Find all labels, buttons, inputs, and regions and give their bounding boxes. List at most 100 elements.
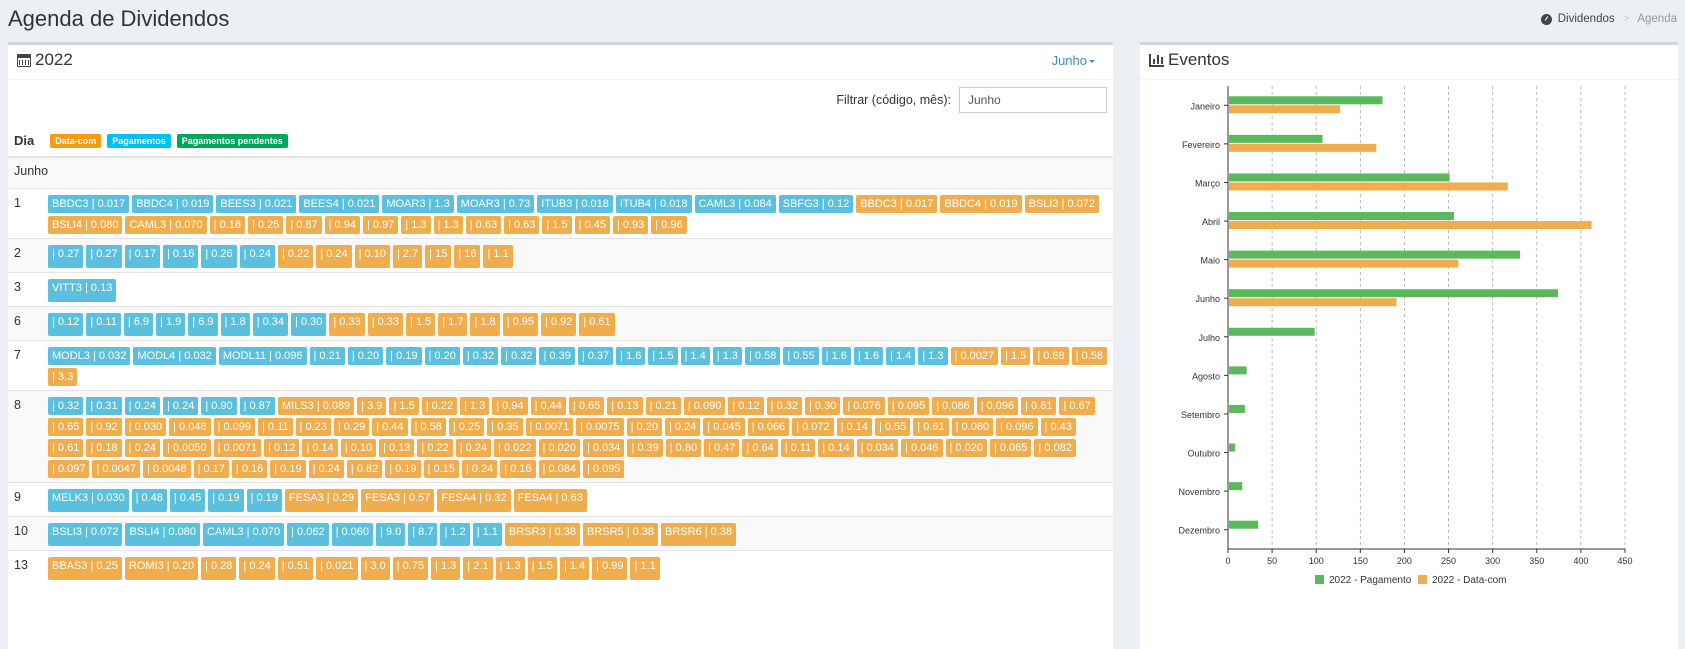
datacom-tag[interactable]: | 0.51 [277,557,314,580]
payment-tag[interactable]: | 0.27 [48,245,84,268]
datacom-tag[interactable]: | 0.92 [541,313,577,336]
datacom-tag[interactable]: | 0.084 [538,460,580,478]
payment-tag[interactable]: | 0.19 [208,489,244,512]
datacom-tag[interactable]: | 0.14 [836,418,872,436]
payment-tag[interactable]: | 0.87 [239,397,275,415]
payment-tag[interactable]: | 0.11 [86,313,121,336]
datacom-tag[interactable]: | 1.5 [1001,347,1031,365]
payment-tag[interactable]: | 0.27 [86,245,122,268]
datacom-tag[interactable]: | 0.090 [683,397,726,415]
payment-tag[interactable]: VITT3 | 0.13 [48,279,117,302]
datacom-tag[interactable]: | 1.3 [495,557,525,580]
datacom-tag[interactable]: | 0.32 [766,397,802,415]
payment-tag[interactable]: | 0.24 [162,397,199,415]
payment-tag[interactable]: | 0.34 [252,313,289,336]
datacom-tag[interactable]: | 0.44 [530,397,566,415]
payment-tag[interactable]: MODL4 | 0.032 [133,347,216,365]
datacom-tag[interactable]: | 0.20 [626,418,662,436]
payment-tag[interactable]: ITUB4 | 0.018 [615,195,692,213]
datacom-tag[interactable]: | 0.0071 [213,439,262,457]
payment-tag[interactable]: CAML3 | 0.070 [202,523,285,546]
datacom-tag[interactable]: | 0.099 [213,418,256,436]
datacom-tag[interactable]: | 0.095 [887,397,930,415]
payment-tag[interactable]: | 0.26 [201,245,237,268]
payment-tag[interactable]: | 0.45 [169,489,206,512]
payment-tag[interactable]: | 0.58 [745,347,781,365]
datacom-tag[interactable]: | 0.10 [354,245,390,268]
datacom-tag[interactable]: FESA3 | 0.57 [361,489,435,512]
datacom-tag[interactable]: BBDC3 | 0.017 [856,195,938,213]
datacom-tag[interactable]: | 1.1 [483,245,513,268]
datacom-tag[interactable]: | 0.82 [346,460,383,478]
payment-tag[interactable]: | 0.17 [124,245,160,268]
payment-tag[interactable]: | 8.7 [408,523,438,546]
payment-tag[interactable]: MODL3 | 0.032 [48,347,131,365]
datacom-tag[interactable]: | 0.020 [538,439,580,457]
datacom-tag[interactable]: | 0.17 [193,460,229,478]
payment-tag[interactable]: BSLI3 | 0.072 [48,523,123,546]
datacom-tag[interactable]: | 16 [454,245,481,268]
datacom-tag[interactable]: ROMI3 | 0.20 [124,557,199,580]
datacom-tag[interactable]: | 1.5 [542,216,572,234]
datacom-tag[interactable]: | 0.24 [124,439,160,457]
datacom-tag[interactable]: | 0.096 [996,418,1038,436]
datacom-tag[interactable]: | 0.94 [492,397,528,415]
datacom-tag[interactable]: | 0.046 [901,439,943,457]
datacom-tag[interactable]: | 3.9 [357,397,387,415]
datacom-tag[interactable]: | 0.14 [302,439,338,457]
payment-tag[interactable]: | 0.20 [424,347,460,365]
payment-tag[interactable]: | 0.19 [246,489,282,512]
datacom-tag[interactable]: | 0.94 [324,216,360,234]
datacom-tag[interactable]: | 0.048 [169,418,211,436]
datacom-tag[interactable]: | 1.4 [559,557,590,580]
datacom-tag[interactable]: | 0.12 [264,439,300,457]
datacom-tag[interactable]: | 0.68 [1033,347,1069,365]
datacom-tag[interactable]: | 0.15 [423,460,459,478]
payment-tag[interactable]: MODL11 | 0.096 [218,347,307,365]
payment-tag[interactable]: SBFG3 | 0.12 [778,195,854,213]
payment-tag[interactable]: | 1.9 [156,313,186,336]
datacom-tag[interactable]: BBDC4 | 0.019 [940,195,1022,213]
datacom-tag[interactable]: | 0.47 [704,439,740,457]
payment-tag[interactable]: | 0.062 [287,523,329,546]
datacom-tag[interactable]: | 1.3 [433,216,463,234]
datacom-tag[interactable]: | 0.11 [258,418,293,436]
datacom-tag[interactable]: | 0.045 [703,418,745,436]
datacom-tag[interactable]: | 2.7 [392,245,423,268]
datacom-tag[interactable]: | 0.18 [209,216,245,234]
payment-tag[interactable]: | 0.060 [331,523,374,546]
payment-tag[interactable]: | 1.3 [712,347,743,365]
payment-tag[interactable]: BBDC4 | 0.019 [132,195,214,213]
datacom-tag[interactable]: BBAS3 | 0.25 [48,557,122,580]
datacom-tag[interactable]: | 0.75 [392,557,429,580]
datacom-tag[interactable]: | 0.082 [1034,439,1076,457]
datacom-tag[interactable]: | 0.24 [316,245,352,268]
payment-tag[interactable]: | 6.9 [188,313,218,336]
datacom-tag[interactable]: MILS3 | 0.089 [277,397,355,415]
datacom-tag[interactable]: | 0.96 [651,216,687,234]
datacom-tag[interactable]: | 0.066 [747,418,790,436]
datacom-tag[interactable]: | 0.95 [502,313,539,336]
datacom-tag[interactable]: | 0.61 [579,313,615,336]
datacom-tag[interactable]: | 0.45 [574,216,610,234]
datacom-tag[interactable]: | 0.61 [48,439,84,457]
datacom-tag[interactable]: | 0.13 [607,397,643,415]
datacom-tag[interactable]: | 3.0 [360,557,390,580]
datacom-tag[interactable]: BRSR5 | 0.38 [582,523,659,546]
datacom-tag[interactable]: | 0.021 [316,557,358,580]
datacom-tag[interactable]: | 0.11 [780,439,816,457]
datacom-tag[interactable]: | 0.25 [247,216,284,234]
datacom-tag[interactable]: | 1.3 [431,557,461,580]
payment-tag[interactable]: ITUB3 | 0.018 [537,195,613,213]
datacom-tag[interactable]: | 1.3 [401,216,431,234]
datacom-tag[interactable]: | 0.29 [333,418,370,436]
datacom-tag[interactable]: | 0.24 [239,557,275,580]
payment-tag[interactable]: BEES4 | 0.021 [299,195,380,213]
datacom-tag[interactable]: | 1.3 [460,397,490,415]
payment-tag[interactable]: | 0.19 [386,347,422,365]
datacom-tag[interactable]: | 0.072 [792,418,834,436]
datacom-tag[interactable]: | 0.076 [843,397,885,415]
payment-tag[interactable]: BBDC3 | 0.017 [48,195,130,213]
datacom-tag[interactable]: | 0.065 [989,439,1032,457]
datacom-tag[interactable]: | 0.0047 [92,460,141,478]
